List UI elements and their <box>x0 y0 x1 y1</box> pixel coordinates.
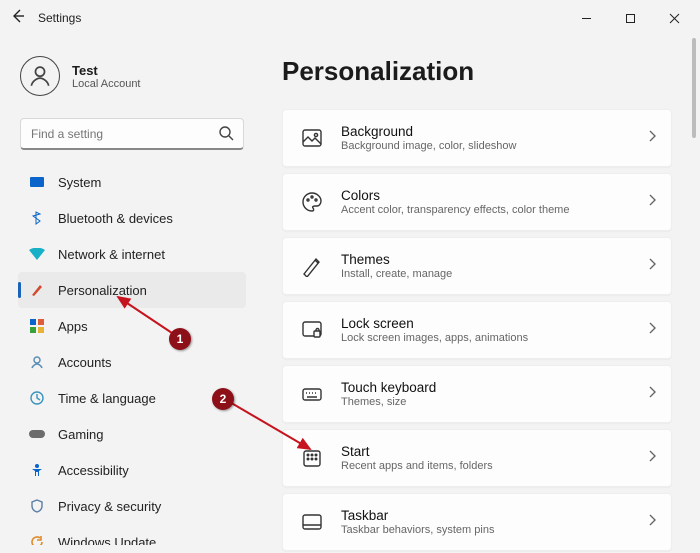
network-icon <box>28 245 46 263</box>
nav-label: Gaming <box>58 427 104 442</box>
back-button[interactable] <box>10 8 26 29</box>
nav-personalization[interactable]: Personalization <box>18 272 246 308</box>
nav-label: Time & language <box>58 391 156 406</box>
chevron-right-icon <box>647 449 657 468</box>
bluetooth-icon <box>28 209 46 227</box>
titlebar: Settings <box>0 0 700 36</box>
colors-icon <box>301 191 323 213</box>
nav-accessibility[interactable]: Accessibility <box>18 452 246 488</box>
scrollbar[interactable] <box>688 36 700 553</box>
page-title: Personalization <box>282 56 672 87</box>
chevron-right-icon <box>647 513 657 532</box>
chevron-right-icon <box>647 257 657 276</box>
nav-label: System <box>58 175 101 190</box>
update-icon <box>28 533 46 545</box>
card-background[interactable]: Background Background image, color, slid… <box>282 109 672 167</box>
nav-gaming[interactable]: Gaming <box>18 416 246 452</box>
settings-cards: Background Background image, color, slid… <box>282 109 672 551</box>
personalization-icon <box>28 281 46 299</box>
nav-label: Personalization <box>58 283 147 298</box>
nav-apps[interactable]: Apps <box>18 308 246 344</box>
account-block[interactable]: Test Local Account <box>18 48 254 110</box>
nav-label: Privacy & security <box>58 499 161 514</box>
chevron-right-icon <box>647 129 657 148</box>
card-sub: Background image, color, slideshow <box>341 140 647 152</box>
card-sub: Accent color, transparency effects, colo… <box>341 204 647 216</box>
chevron-right-icon <box>647 321 657 340</box>
nav-label: Network & internet <box>58 247 165 262</box>
card-title: Lock screen <box>341 316 647 331</box>
card-title: Start <box>341 444 647 459</box>
nav-privacy[interactable]: Privacy & security <box>18 488 246 524</box>
themes-icon <box>301 255 323 277</box>
settings-window: Settings Test Local Account <box>0 0 700 553</box>
card-title: Touch keyboard <box>341 380 647 395</box>
card-title: Background <box>341 124 647 139</box>
account-sub: Local Account <box>72 78 141 90</box>
apps-icon <box>28 317 46 335</box>
search-icon <box>218 125 234 146</box>
main-pane: Personalization Background Background im… <box>260 36 700 553</box>
card-sub: Install, create, manage <box>341 268 647 280</box>
minimize-button[interactable] <box>564 3 608 33</box>
gaming-icon <box>28 425 46 443</box>
card-touchkeyboard[interactable]: Touch keyboard Themes, size <box>282 365 672 423</box>
close-button[interactable] <box>652 3 696 33</box>
time-icon <box>28 389 46 407</box>
nav-label: Windows Update <box>58 535 156 546</box>
card-start[interactable]: Start Recent apps and items, folders <box>282 429 672 487</box>
keyboard-icon <box>301 383 323 405</box>
nav-bluetooth[interactable]: Bluetooth & devices <box>18 200 246 236</box>
sidebar: Test Local Account System <box>0 36 260 553</box>
card-lockscreen[interactable]: Lock screen Lock screen images, apps, an… <box>282 301 672 359</box>
nav-time[interactable]: Time & language <box>18 380 246 416</box>
taskbar-icon <box>301 511 323 533</box>
card-colors[interactable]: Colors Accent color, transparency effect… <box>282 173 672 231</box>
maximize-button[interactable] <box>608 3 652 33</box>
nav-network[interactable]: Network & internet <box>18 236 246 272</box>
card-title: Colors <box>341 188 647 203</box>
card-themes[interactable]: Themes Install, create, manage <box>282 237 672 295</box>
card-sub: Themes, size <box>341 396 647 408</box>
nav-list: System Bluetooth & devices Network & int… <box>18 164 254 545</box>
start-icon <box>301 447 323 469</box>
chevron-right-icon <box>647 193 657 212</box>
nav-label: Bluetooth & devices <box>58 211 173 226</box>
account-name: Test <box>72 63 141 78</box>
nav-accounts[interactable]: Accounts <box>18 344 246 380</box>
nav-label: Accessibility <box>58 463 129 478</box>
chevron-right-icon <box>647 385 657 404</box>
card-sub: Recent apps and items, folders <box>341 460 647 472</box>
nav-label: Apps <box>58 319 88 334</box>
background-icon <box>301 127 323 149</box>
card-taskbar[interactable]: Taskbar Taskbar behaviors, system pins <box>282 493 672 551</box>
nav-update[interactable]: Windows Update <box>18 524 246 545</box>
card-title: Taskbar <box>341 508 647 523</box>
card-sub: Taskbar behaviors, system pins <box>341 524 647 536</box>
search-input[interactable] <box>20 118 244 150</box>
nav-label: Accounts <box>58 355 111 370</box>
system-icon <box>28 173 46 191</box>
window-title: Settings <box>38 11 81 25</box>
accessibility-icon <box>28 461 46 479</box>
lockscreen-icon <box>301 319 323 341</box>
privacy-icon <box>28 497 46 515</box>
card-sub: Lock screen images, apps, animations <box>341 332 647 344</box>
avatar <box>20 56 60 96</box>
nav-system[interactable]: System <box>18 164 246 200</box>
accounts-icon <box>28 353 46 371</box>
card-title: Themes <box>341 252 647 267</box>
